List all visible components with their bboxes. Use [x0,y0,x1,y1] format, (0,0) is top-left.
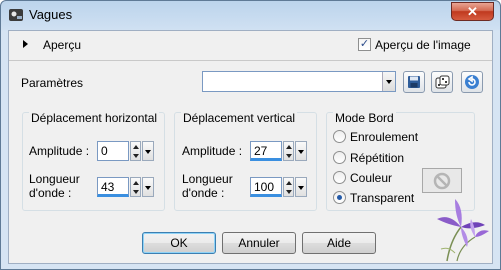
title-bar[interactable]: Vagues ✕ [1,1,500,29]
chevron-down-icon[interactable] [295,141,307,161]
edge-mode-title: Mode Bord [333,111,396,125]
randomize-button[interactable] [431,71,453,93]
v-wavelength-label-line1: Longueur [182,172,233,186]
radio-color-label[interactable]: Couleur [350,171,392,185]
close-icon: ✕ [467,3,478,19]
horizontal-group-title: Déplacement horizontal [29,111,160,125]
radio-repeat-label[interactable]: Répétition [350,151,404,165]
radio-transparent-label[interactable]: Transparent [350,191,414,205]
chevron-down-icon[interactable] [142,141,154,161]
dice-icon [435,75,449,88]
radio-color[interactable] [333,171,346,184]
chevron-down-icon[interactable] [382,72,395,91]
flower-watermark [437,199,489,262]
h-wavelength-label-line2: d'onde : [29,186,72,200]
preset-combobox[interactable] [202,71,396,92]
v-wavelength-updown[interactable] [283,177,294,197]
v-wavelength-input[interactable]: 100 [250,177,282,197]
params-label: Paramètres [21,76,84,90]
reset-icon [465,75,479,89]
vertical-group-title: Déplacement vertical [181,111,298,125]
v-amplitude-label: Amplitude : [182,144,243,158]
radio-wrap-label[interactable]: Enroulement [350,130,418,144]
h-amplitude-updown[interactable] [130,141,141,161]
radio-repeat[interactable] [333,151,346,164]
chevron-down-icon[interactable] [142,177,154,197]
v-amplitude-spinner[interactable]: 27 [250,141,308,161]
save-preset-button[interactable] [403,71,425,93]
close-button[interactable]: ✕ [451,2,494,21]
ok-button[interactable]: OK [142,232,216,254]
v-amplitude-updown[interactable] [283,141,294,161]
preview-toggle-label[interactable]: Aperçu [43,38,81,52]
h-wavelength-label-line1: Longueur [29,172,80,186]
h-amplitude-label: Amplitude : [29,144,90,158]
save-icon [408,76,420,88]
reset-button[interactable] [461,71,483,93]
image-preview-label: Aperçu de l'image [375,38,471,52]
h-amplitude-spinner[interactable]: 0 [97,141,155,161]
v-wavelength-spinner[interactable]: 100 [250,177,308,197]
divider [9,60,492,61]
expand-triangle-icon[interactable] [23,40,28,48]
v-amplitude-input[interactable]: 27 [250,141,282,161]
h-wavelength-updown[interactable] [130,177,141,197]
no-color-icon [433,172,451,189]
radio-wrap[interactable] [333,130,346,143]
h-wavelength-spinner[interactable]: 43 [97,177,155,197]
preview-bar: Aperçu ✓ Aperçu de l'image [9,31,492,58]
h-amplitude-input[interactable]: 0 [97,141,129,161]
h-wavelength-input[interactable]: 43 [97,177,129,197]
cancel-button[interactable]: Annuler [222,232,296,254]
window-title: Vagues [29,7,73,22]
dialog-window: Vagues ✕ Aperçu ✓ Aperçu de l'image Para… [0,0,501,270]
image-preview-checkbox[interactable]: ✓ [358,38,371,51]
app-icon [8,7,24,23]
radio-transparent[interactable] [333,191,346,204]
help-button[interactable]: Aide [302,232,376,254]
chevron-down-icon[interactable] [295,177,307,197]
v-wavelength-label-line2: d'onde : [182,186,225,200]
dialog-client: Aperçu ✓ Aperçu de l'image Paramètres Dé… [8,30,493,264]
